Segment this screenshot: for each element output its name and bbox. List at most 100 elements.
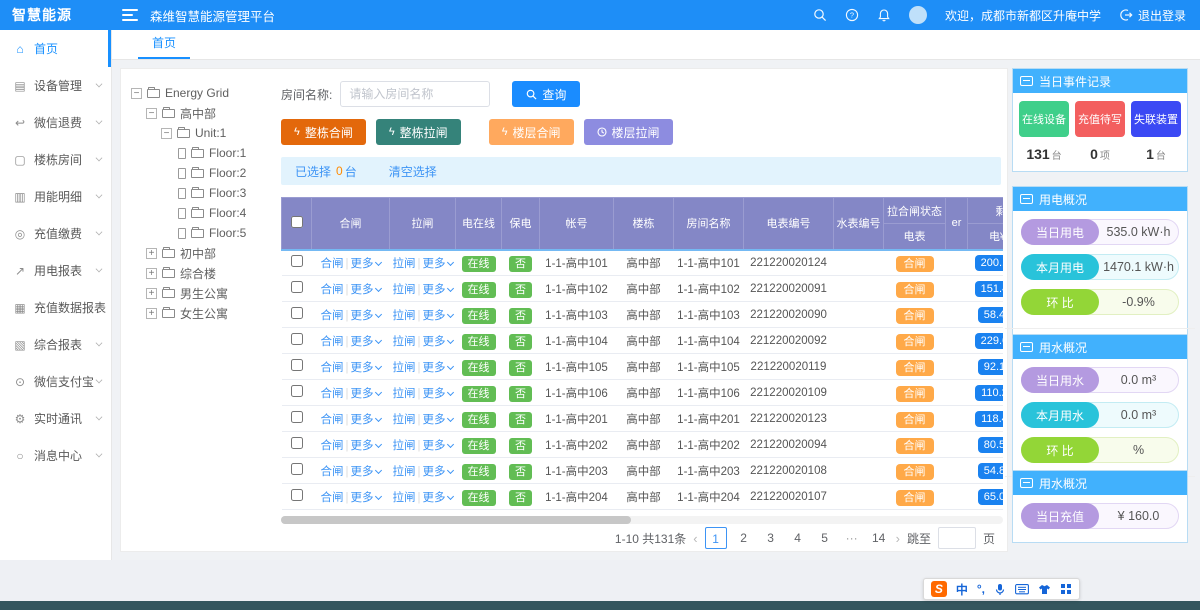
jump-page-input[interactable] [938,527,976,549]
sidebar-item[interactable]: ◎ 充值缴费 [0,215,111,252]
balance-badge[interactable]: 110.29 [975,385,1003,401]
tree-node[interactable]: − 高中部 [131,103,279,123]
clear-selection-link[interactable]: 清空选择 [389,163,437,180]
open-switch-link[interactable]: 拉闸 [393,414,416,426]
open-switch-link[interactable]: 拉闸 [393,388,416,400]
search-icon[interactable] [813,8,827,22]
open-switch-link[interactable]: 拉闸 [393,492,416,504]
search-button[interactable]: 查询 [512,81,580,107]
more-dropdown[interactable]: 更多 [351,258,374,270]
more-dropdown[interactable]: 更多 [351,362,374,374]
page-number[interactable]: 5 [815,527,835,549]
close-switch-link[interactable]: 合闸 [321,258,344,270]
more-dropdown[interactable]: 更多 [423,336,446,348]
open-switch-link[interactable]: 拉闸 [393,466,416,478]
sidebar-item[interactable]: ○ 消息中心 [0,437,111,474]
tree-expander-icon[interactable]: + [146,288,157,299]
row-checkbox[interactable] [291,255,303,267]
tab-home[interactable]: 首页 [138,30,190,59]
tree-expander-icon[interactable]: + [146,268,157,279]
page-number[interactable]: 14 [869,527,889,549]
more-dropdown[interactable]: 更多 [423,466,446,478]
scrollbar-thumb[interactable] [281,516,631,524]
more-dropdown[interactable]: 更多 [423,362,446,374]
open-switch-link[interactable]: 拉闸 [393,258,416,270]
close-switch-link[interactable]: 合闸 [321,388,344,400]
tree-expander-icon[interactable] [178,188,186,199]
sidebar-item[interactable]: ▧ 综合报表 [0,326,111,363]
more-dropdown[interactable]: 更多 [423,258,446,270]
sidebar-item[interactable]: ⚙ 实时通讯 [0,400,111,437]
more-dropdown[interactable]: 更多 [351,388,374,400]
page-number[interactable]: 3 [761,527,781,549]
switch-action-button[interactable]: ϟ 整栋拉闸 [376,119,461,145]
balance-badge[interactable]: 58.47 [978,307,1003,323]
close-switch-link[interactable]: 合闸 [321,310,344,322]
sidebar-item[interactable]: ⌂ 首页 [0,30,111,67]
close-switch-link[interactable]: 合闸 [321,492,344,504]
next-page-icon[interactable]: › [896,531,900,546]
balance-badge[interactable]: 229.09 [975,333,1003,349]
horizontal-scrollbar[interactable] [281,516,1003,524]
more-dropdown[interactable]: 更多 [423,492,446,504]
row-checkbox[interactable] [291,307,303,319]
balance-badge[interactable]: 118.48 [975,411,1003,427]
more-dropdown[interactable]: 更多 [351,310,374,322]
balance-badge[interactable]: 151.48 [975,281,1003,297]
more-dropdown[interactable]: 更多 [351,440,374,452]
open-switch-link[interactable]: 拉闸 [393,440,416,452]
row-checkbox[interactable] [291,385,303,397]
sidebar-item[interactable]: ▥ 用能明细 [0,178,111,215]
tree-node[interactable]: + 初中部 [131,243,279,263]
more-dropdown[interactable]: 更多 [423,414,446,426]
row-checkbox[interactable] [291,411,303,423]
tree-node[interactable]: Floor:3 [131,183,279,203]
more-dropdown[interactable]: 更多 [351,466,374,478]
page-number[interactable]: 2 [734,527,754,549]
tree-node[interactable]: + 综合楼 [131,263,279,283]
row-checkbox[interactable] [291,281,303,293]
switch-action-button[interactable]: ϟ 整栋合闸 [281,119,366,145]
sidebar-item[interactable]: ↗ 用电报表 [0,252,111,289]
more-dropdown[interactable]: 更多 [351,284,374,296]
tree-expander-icon[interactable]: + [146,248,157,259]
tree-node[interactable]: − Unit:1 [131,123,279,143]
sidebar-item[interactable]: ⊙ 微信支付宝 [0,363,111,400]
tree-node[interactable]: + 女生公寓 [131,303,279,323]
balance-badge[interactable]: 92.17 [978,359,1003,375]
open-switch-link[interactable]: 拉闸 [393,336,416,348]
ime-language-toggle[interactable]: 中 [956,581,968,598]
balance-badge[interactable]: 200.15 [975,255,1003,271]
row-checkbox[interactable] [291,437,303,449]
microphone-icon[interactable] [994,583,1006,596]
avatar[interactable] [909,6,927,24]
sidebar-item[interactable]: ▤ 设备管理 [0,67,111,104]
tree-expander-icon[interactable] [178,208,186,219]
row-checkbox[interactable] [291,359,303,371]
tree-expander-icon[interactable]: − [131,88,142,99]
switch-action-button[interactable]: 楼层拉闸 [584,119,673,145]
skin-shirt-icon[interactable] [1038,584,1051,595]
open-switch-link[interactable]: 拉闸 [393,310,416,322]
tree-node[interactable]: − Energy Grid [131,83,279,103]
room-name-input[interactable] [340,81,490,107]
more-dropdown[interactable]: 更多 [423,388,446,400]
tree-node[interactable]: Floor:4 [131,203,279,223]
balance-badge[interactable]: 80.52 [978,437,1003,453]
keyboard-icon[interactable] [1015,584,1029,595]
hamburger-menu-icon[interactable] [122,9,138,21]
open-switch-link[interactable]: 拉闸 [393,362,416,374]
page-number[interactable]: 4 [788,527,808,549]
tree-expander-icon[interactable] [178,148,186,159]
bell-icon[interactable] [877,8,891,22]
help-icon[interactable]: ? [845,8,859,22]
more-dropdown[interactable]: 更多 [351,414,374,426]
more-dropdown[interactable]: 更多 [423,310,446,322]
balance-badge[interactable]: 65.03 [978,489,1003,505]
more-dropdown[interactable]: 更多 [351,492,374,504]
close-switch-link[interactable]: 合闸 [321,414,344,426]
tree-node[interactable]: Floor:2 [131,163,279,183]
select-all-checkbox[interactable] [291,216,303,228]
sidebar-item[interactable]: ↩ 微信退费 [0,104,111,141]
row-checkbox[interactable] [291,463,303,475]
